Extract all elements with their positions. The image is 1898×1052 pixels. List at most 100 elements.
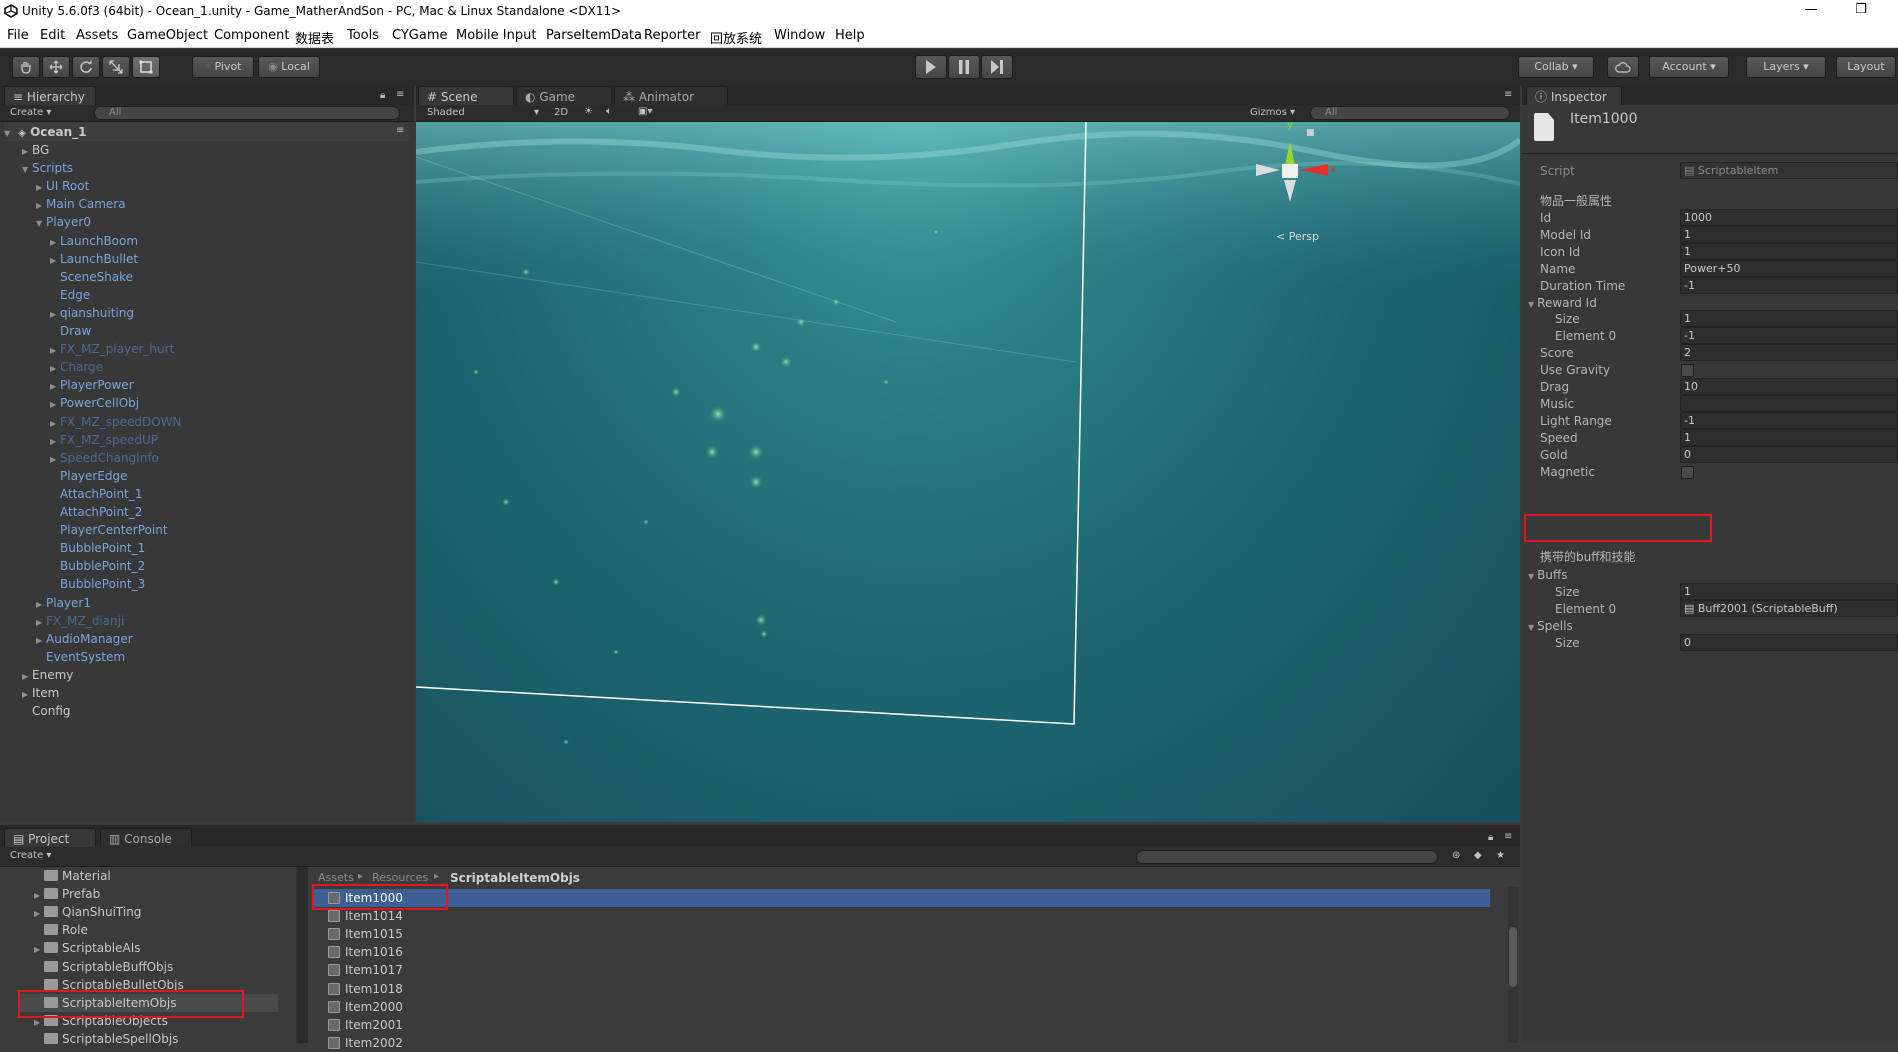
shading-dropdown-arrow-icon[interactable]: ▾ [534,107,539,118]
project-panel-menu-icon[interactable]: ≡ [1504,831,1512,842]
hierarchy-item[interactable]: EventSystem [36,648,125,666]
project-folder-item[interactable]: Material [34,867,111,885]
hierarchy-item[interactable]: PlayerCenterPoint [50,521,168,539]
hierarchy-item[interactable]: ▼ Scripts [22,159,73,177]
filter-by-type-icon[interactable]: ⊛ [1452,850,1460,861]
lock-icon[interactable]: 🔒︎ [380,90,385,101]
project-lock-icon[interactable]: 🔒︎ [1488,832,1493,843]
hierarchy-item[interactable]: ▶ Main Camera [36,195,126,213]
project-search-input[interactable] [1136,850,1438,864]
hierarchy-search-input[interactable]: All [94,106,400,120]
asset-list-scrollbar[interactable] [1508,887,1518,1043]
local-toggle[interactable]: ◉ Local [258,56,320,78]
field-label[interactable]: ▼ Spells [1528,619,1573,633]
hierarchy-item[interactable]: Edge [50,286,90,304]
layout-dropdown[interactable]: Layout [1836,56,1896,78]
hierarchy-item[interactable]: ▶ UI Root [36,177,89,195]
hierarchy-item[interactable]: ▶ qianshuiting [50,304,134,322]
hierarchy-item[interactable]: ▶ LaunchBullet [50,250,138,268]
hierarchy-item[interactable]: ▶ PowerCellObj [50,394,139,412]
text-field[interactable]: 1000 [1680,209,1898,226]
menu-edit[interactable]: Edit [40,28,65,43]
layers-dropdown[interactable]: Layers ▾ [1746,56,1826,78]
hierarchy-item[interactable]: ▶ PlayerPower [50,376,134,394]
menu-cygame[interactable]: CYGame [392,28,448,43]
project-folder-item[interactable]: Role [34,921,88,939]
text-field[interactable]: 1 [1680,428,1898,446]
scene-search-input[interactable]: All [1310,106,1510,120]
hierarchy-item[interactable]: BubblePoint_1 [50,539,145,557]
menu-parseitemdata[interactable]: ParseItemData [546,28,642,43]
favorites-star-icon[interactable]: ★ [1496,850,1505,861]
hierarchy-item[interactable]: BubblePoint_2 [50,557,145,575]
menu-mobile-input[interactable]: Mobile Input [456,28,536,43]
hierarchy-item[interactable]: ▶ FX_MZ_dianji [36,612,124,630]
shading-mode-dropdown[interactable]: Shaded [427,107,465,118]
play-button[interactable] [915,55,947,79]
field-label[interactable]: ▼ Buffs [1528,568,1568,582]
scale-tool-button[interactable] [102,56,130,78]
hierarchy-item[interactable]: ▶ LaunchBoom [50,232,138,250]
text-field[interactable]: 1 [1680,225,1898,243]
hierarchy-item[interactable]: ▶ Item [22,684,59,702]
restore-button[interactable]: ❐ [1846,2,1876,22]
foldout-arrow-icon[interactable]: ▼ [1528,572,1534,581]
hierarchy-item[interactable]: SceneShake [50,268,133,286]
filter-by-label-icon[interactable]: ◆ [1474,850,1482,861]
text-field[interactable]: -1 [1680,327,1898,345]
asset-item[interactable]: Item2001 [328,1016,403,1034]
scene-viewport[interactable]: y x ■ < Persp [416,122,1520,822]
pivot-toggle[interactable]: ◦ Pivot [192,56,254,78]
hierarchy-scene-row[interactable]: ▼ ◈ Ocean_1 [4,123,409,141]
move-tool-button[interactable] [42,56,70,78]
rotate-tool-button[interactable] [72,56,100,78]
text-field[interactable]: 1 [1680,242,1898,260]
hierarchy-item[interactable]: BubblePoint_3 [50,575,145,593]
hierarchy-item[interactable]: ▶ BG [22,141,49,159]
pause-button[interactable] [948,55,980,79]
tab-game[interactable]: ◐ Game [516,86,612,105]
menu-window[interactable]: Window [774,28,825,43]
breadcrumb-resources[interactable]: Resources [372,871,428,884]
lighting-toggle-icon[interactable]: ☀ [584,106,593,117]
menu-file[interactable]: File [7,28,29,43]
account-dropdown[interactable]: Account ▾ [1649,56,1729,78]
hierarchy-item[interactable]: ▼ Player0 [36,213,91,231]
tab-project[interactable]: ▤ Project [4,828,96,847]
menu-replay-system[interactable]: 回放系统 [710,28,762,47]
breadcrumb-assets[interactable]: Assets [318,871,354,884]
collab-button[interactable]: Collab ▾ [1518,56,1594,78]
menu-help[interactable]: Help [835,28,865,43]
field-label[interactable]: ▼ Reward Id [1528,296,1597,310]
asset-item[interactable]: Item1015 [328,925,403,943]
text-field[interactable]: -1 [1680,276,1898,294]
menu-component[interactable]: Component [214,28,289,43]
project-split-handle[interactable] [298,867,308,1043]
text-field[interactable] [1680,394,1898,412]
text-field[interactable]: 0 [1680,445,1898,463]
minimize-button[interactable]: — [1796,2,1826,22]
menu-data-tables[interactable]: 数据表 [295,28,334,47]
hierarchy-item[interactable]: ▶ FX_MZ_speedUP [50,431,158,449]
hierarchy-item[interactable]: ▶ Charge [50,358,103,376]
menu-reporter[interactable]: Reporter [644,28,700,43]
rect-tool-button[interactable] [132,56,160,78]
foldout-arrow-icon[interactable]: ▼ [1528,300,1534,309]
project-folder-item[interactable]: ScriptableSpellObjs [34,1030,178,1048]
mode-2d-toggle[interactable]: 2D [554,107,568,118]
checkbox[interactable] [1681,465,1694,479]
hierarchy-item[interactable]: Config [22,702,71,720]
cloud-button[interactable] [1607,56,1639,78]
asset-item[interactable]: Item1017 [328,961,403,979]
text-field[interactable]: 10 [1680,378,1898,395]
audio-toggle-icon[interactable]: 🔈︎ [606,106,612,117]
project-folder-item[interactable]: ScriptableBuffObjs [34,958,173,976]
hierarchy-item[interactable]: ▶ SpeedChangInfo [50,449,159,467]
asset-list-scroll-thumb[interactable] [1509,927,1517,987]
gizmos-dropdown[interactable]: Gizmos ▾ [1250,107,1295,118]
hierarchy-item[interactable]: PlayerEdge [50,467,128,485]
asset-item[interactable]: Item1018 [328,980,403,998]
persp-label[interactable]: < Persp [1276,230,1319,243]
foldout-arrow-icon[interactable]: ▼ [1528,623,1534,632]
hierarchy-item[interactable]: Draw [50,322,91,340]
